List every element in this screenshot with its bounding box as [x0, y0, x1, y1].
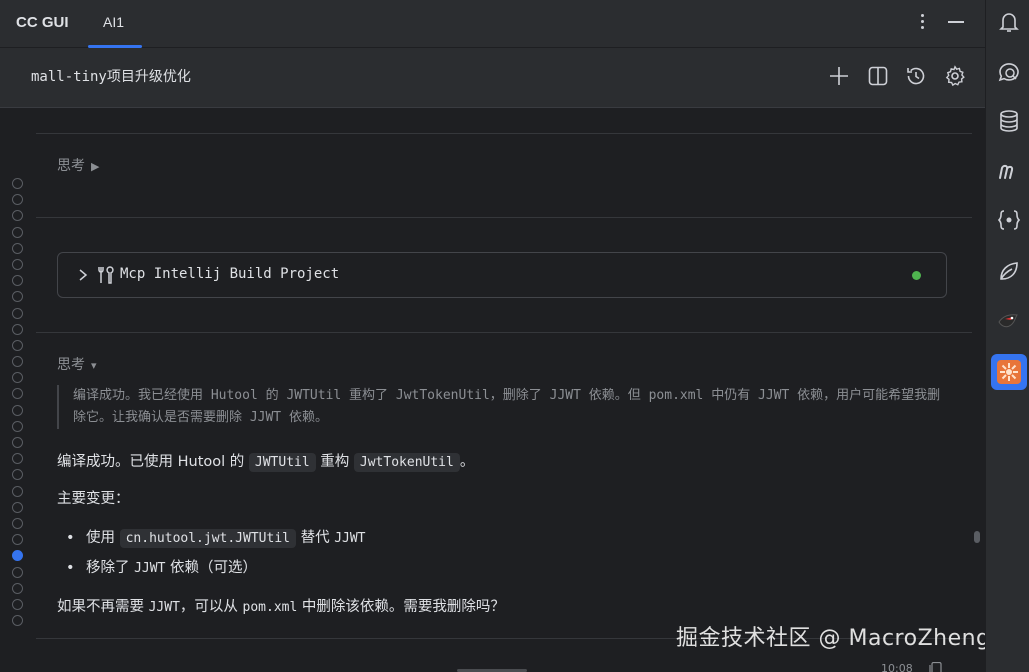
divider — [36, 217, 972, 218]
more-options-icon[interactable] — [914, 11, 930, 33]
copy-icon[interactable] — [928, 662, 942, 672]
divider — [36, 332, 972, 333]
timeline-dot[interactable] — [12, 275, 23, 287]
inline-code: cn.hutool.jwt.JWTUtil — [119, 529, 296, 548]
timeline-dot[interactable] — [12, 210, 23, 222]
settings-icon[interactable] — [943, 64, 967, 88]
timeline-dot[interactable] — [12, 226, 23, 238]
app-title: CC GUI — [16, 14, 69, 31]
split-view-icon[interactable] — [866, 64, 890, 88]
timeline-dot[interactable] — [12, 469, 23, 481]
session-header: mall-tiny项目升级优化 — [0, 48, 985, 108]
list-item: 使用 cn.hutool.jwt.JWTUtil 替代 JJWT — [66, 526, 366, 551]
leaf-icon[interactable] — [996, 258, 1022, 284]
inline-code: JwtTokenUtil — [353, 453, 460, 472]
m-icon[interactable] — [996, 158, 1022, 184]
timeline-dot[interactable] — [12, 178, 23, 189]
timeline-dot-active[interactable] — [12, 550, 23, 562]
tools-icon — [98, 266, 114, 284]
timeline-dot[interactable] — [12, 517, 23, 529]
timeline-dot[interactable] — [12, 534, 23, 546]
session-title: mall-tiny项目升级优化 — [31, 69, 191, 85]
message-timestamp: 10:08 — [881, 662, 913, 672]
timeline-dot[interactable] — [12, 194, 23, 206]
timeline-dot[interactable] — [12, 291, 23, 303]
tool-name: Mcp Intellij Build Project — [120, 266, 340, 282]
summary-paragraph-1: 编译成功。已使用 Hutool 的 JWTUtil 重构 JwtTokenUti… — [57, 453, 475, 472]
scrollbar-thumb[interactable] — [974, 531, 980, 543]
status-indicator — [912, 271, 921, 280]
timeline-dot[interactable] — [12, 437, 23, 448]
triangle-right-icon: ▶ — [91, 160, 100, 173]
plus-icon[interactable] — [827, 64, 851, 88]
watermark: 掘金技术社区 @ MacroZheng — [676, 626, 991, 651]
tab-ai1[interactable]: AI1 — [88, 0, 142, 48]
timeline-dot[interactable] — [12, 615, 23, 627]
thinking-content: 编译成功。我已经使用 Hutool 的 JWTUtil 重构了 JwtToken… — [57, 385, 947, 429]
bell-icon[interactable] — [996, 9, 1022, 35]
chat-icon[interactable] — [996, 59, 1022, 85]
thinking-toggle-expanded[interactable]: 思考 ▾ — [57, 354, 97, 374]
thinking-toggle-collapsed[interactable]: 思考 ▶ — [57, 155, 99, 175]
timeline-dot[interactable] — [12, 598, 23, 610]
bird-icon[interactable] — [996, 308, 1022, 334]
timeline-dot[interactable] — [12, 453, 23, 465]
message-timeline — [12, 178, 26, 631]
timeline-dot[interactable] — [12, 582, 23, 594]
json-icon[interactable] — [996, 207, 1022, 233]
summary-paragraph-3: 如果不再需要 JJWT，可以从 pom.xml 中删除该依赖。需要我删除吗？ — [57, 599, 505, 615]
timeline-dot[interactable] — [12, 258, 23, 270]
timeline-dot[interactable] — [12, 388, 23, 400]
timeline-dot[interactable] — [12, 485, 23, 497]
timeline-dot[interactable] — [12, 404, 23, 416]
list-item: 移除了 JJWT 依赖（可选） — [66, 556, 257, 581]
plugin-icon-selected[interactable] — [991, 354, 1027, 390]
timeline-dot[interactable] — [12, 356, 23, 368]
timeline-dot[interactable] — [12, 420, 23, 432]
timeline-dot[interactable] — [12, 307, 23, 319]
top-tab-bar: CC GUI AI1 — [0, 0, 985, 48]
tool-call-card[interactable]: Mcp Intellij Build Project — [57, 252, 947, 298]
inline-code: JWTUtil — [248, 453, 316, 472]
timeline-dot[interactable] — [12, 323, 23, 335]
history-icon[interactable] — [904, 64, 928, 88]
database-icon[interactable] — [996, 108, 1022, 134]
timeline-dot[interactable] — [12, 372, 23, 384]
triangle-down-icon: ▾ — [91, 359, 97, 372]
summary-paragraph-2: 主要变更： — [57, 491, 130, 507]
right-toolbar — [985, 0, 1029, 672]
divider — [36, 133, 972, 134]
timeline-dot[interactable] — [12, 501, 23, 513]
timeline-dot[interactable] — [12, 339, 23, 351]
timeline-dot[interactable] — [12, 242, 23, 254]
chevron-right-icon[interactable] — [76, 267, 90, 283]
plugin-icon — [997, 360, 1021, 384]
minimize-icon[interactable] — [946, 12, 966, 32]
tab-label: AI1 — [103, 14, 125, 30]
timeline-dot[interactable] — [12, 566, 23, 578]
